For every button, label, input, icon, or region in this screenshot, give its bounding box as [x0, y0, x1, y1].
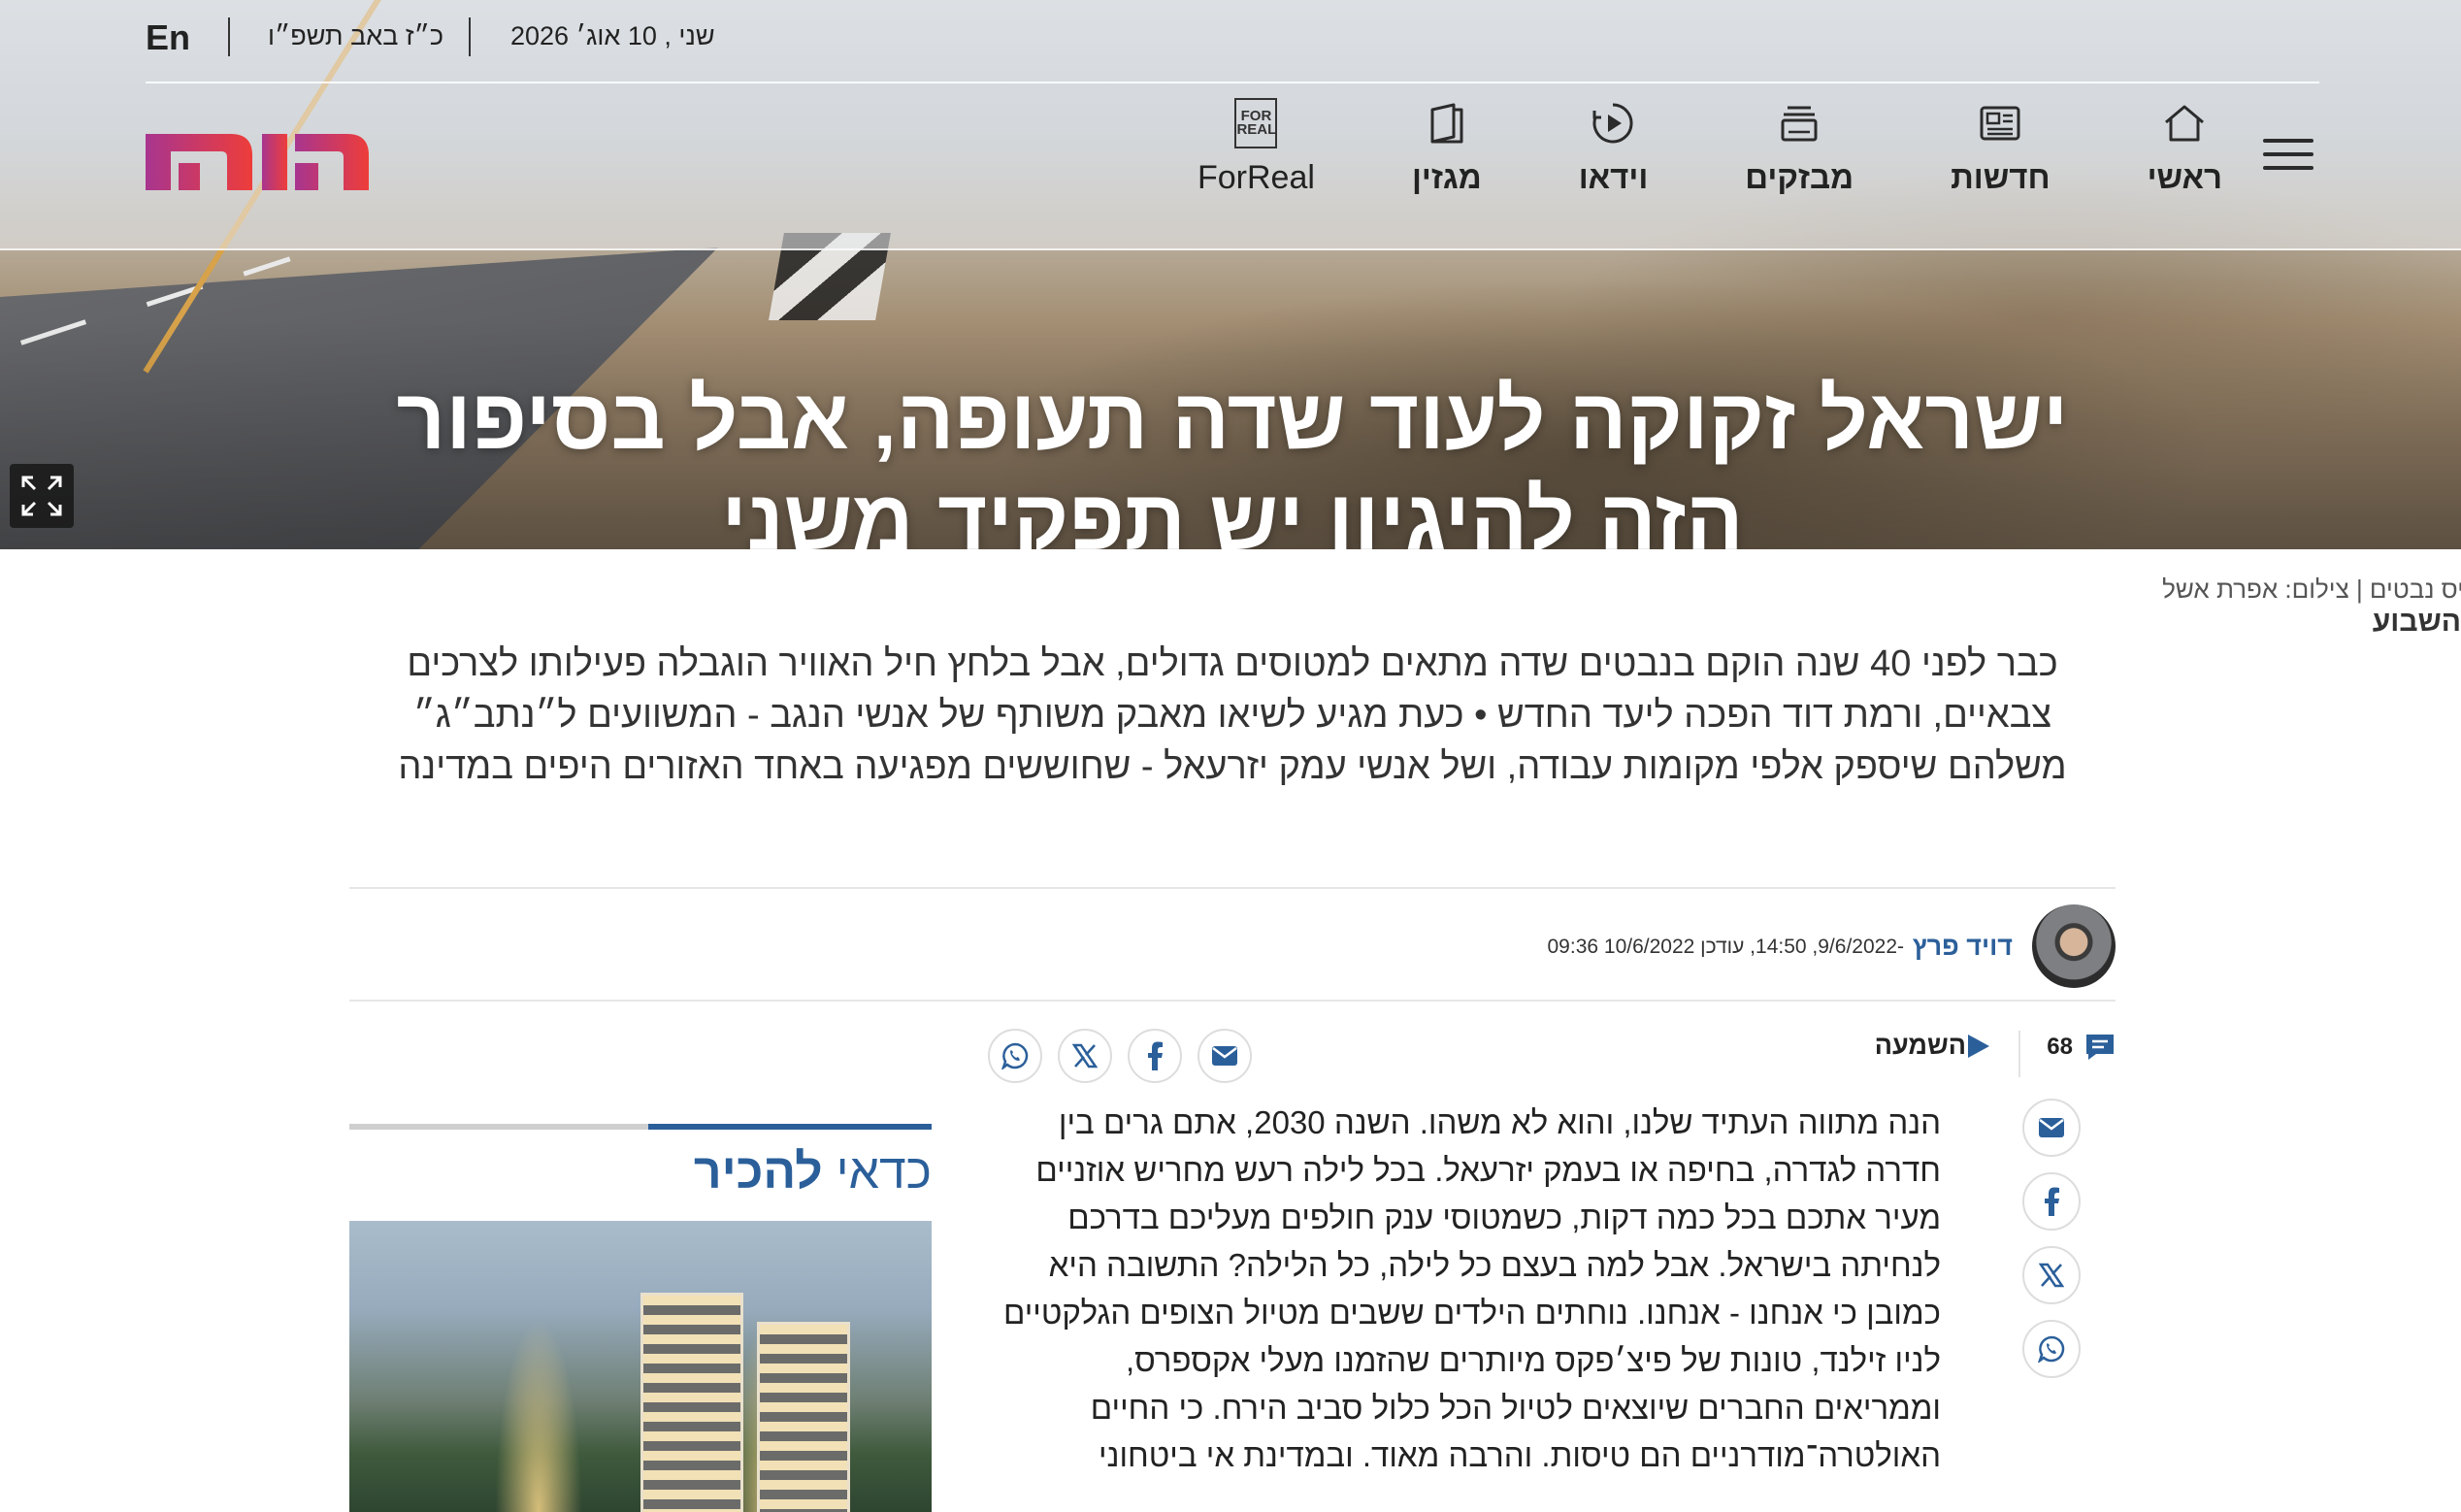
language-switch[interactable]: En [146, 17, 190, 58]
site-header: En כ״ז באב תשפ״ו שני , 10 אוג׳ 2026 ראשי… [0, 0, 2461, 250]
hebrew-date: כ״ז באב תשפ״ו [268, 21, 444, 50]
comments-count: 68 [2047, 1034, 2073, 1060]
side-share-whatsapp-button[interactable] [2022, 1320, 2081, 1378]
article-subtitle: כבר לפני 40 שנה הוקם בנבטים שדה מתאים למ… [398, 643, 2067, 787]
menu-line [2263, 152, 2313, 156]
x-icon [2039, 1263, 2064, 1288]
side-share-email-button[interactable] [2022, 1099, 2081, 1157]
share-email-button[interactable] [1198, 1029, 1252, 1083]
newspaper-icon [1978, 101, 2022, 146]
nav-label: וידאו [1578, 159, 1649, 195]
share-facebook-button[interactable] [1128, 1029, 1182, 1083]
gregorian-date: שני , 10 אוג׳ 2026 [510, 21, 715, 50]
nav-item-news[interactable]: חדשות [1951, 101, 2051, 196]
stack-icon [1777, 101, 1821, 146]
share-x-button[interactable] [1058, 1029, 1112, 1083]
author-name[interactable]: דויד פרץ [1913, 932, 2013, 962]
road-marking [243, 256, 291, 277]
recommend-title-bold: להכיר [693, 1144, 823, 1199]
site-logo[interactable] [146, 124, 369, 190]
facebook-icon [2045, 1187, 2059, 1216]
light-glow [495, 1318, 582, 1512]
recommend-bar-accent [648, 1124, 932, 1130]
video-play-icon [1591, 101, 1635, 146]
hamburger-menu-button[interactable] [2261, 101, 2315, 208]
top-bar: En כ״ז באב תשפ״ו שני , 10 אוג׳ 2026 [146, 0, 2319, 83]
building-tower [640, 1293, 743, 1512]
divider [469, 17, 471, 56]
nav-label: ראשי [2147, 159, 2222, 195]
email-icon [2039, 1118, 2064, 1137]
author-avatar[interactable] [2032, 904, 2116, 988]
divider [228, 17, 230, 56]
article-body: הנה מתווה העתיד שלנו, והוא לא משהו. השנה… [1003, 1104, 1941, 1473]
nav-item-video[interactable]: וידאו [1578, 101, 1649, 196]
forreal-icon-text: REAL [1236, 121, 1277, 138]
x-icon [1072, 1043, 1098, 1068]
photo-credit: סיס נבטים | צילום: אפרת אשל [2162, 575, 2461, 604]
comment-icon [2086, 1035, 2114, 1060]
main-nav: ראשי חדשות מבזקים וידאו מגזין FOR REAL F… [1100, 98, 2315, 208]
divider [349, 887, 2116, 889]
magazine-icon [1425, 101, 1469, 146]
publish-dates: -9/6/2022, 14:50, עודכן 10/6/2022 09:36 [1547, 936, 1905, 958]
nav-label: חדשות [1951, 159, 2051, 195]
nav-item-magazine[interactable]: מגזין [1412, 101, 1482, 196]
recommend-image[interactable] [349, 1221, 932, 1512]
share-whatsapp-button[interactable] [988, 1029, 1042, 1083]
logo-graphic [146, 134, 369, 190]
building-tower [757, 1322, 850, 1512]
article-content: סיס נבטים | צילום: אפרת אשל השבוע כבר לפ… [0, 549, 2461, 1512]
listen-button[interactable]: השמעה [1859, 1031, 1991, 1061]
divider [349, 1000, 2116, 1002]
facebook-icon [1148, 1041, 1163, 1070]
nav-label: ForReal [1198, 159, 1315, 196]
author-row: דויד פרץ -9/6/2022, 14:50, עודכן 10/6/20… [349, 899, 2116, 996]
listen-label: השמעה [1874, 1031, 1966, 1060]
recommend-bar [349, 1124, 932, 1130]
article-title-line: ישראל זקוקה לעוד שדה תעופה, אבל בסיפור [396, 371, 2069, 467]
whatsapp-icon [2038, 1335, 2065, 1363]
photo-credit-tail: השבוע [2372, 606, 2461, 638]
whatsapp-icon [1001, 1042, 1029, 1069]
forreal-icon: FOR REAL [1234, 98, 1278, 148]
divider [2018, 1031, 2020, 1077]
comments-button[interactable]: 68 [2047, 1033, 2116, 1062]
email-icon [1212, 1046, 1237, 1066]
nav-item-forreal[interactable]: FOR REAL ForReal [1198, 98, 1315, 197]
forreal-icon-wrap: FOR REAL [1233, 98, 1278, 148]
play-icon [1968, 1034, 1989, 1058]
recommend-widget: כדאי להכיר [349, 1124, 932, 1512]
nav-item-flashes[interactable]: מבזקים [1745, 101, 1854, 196]
article-tools: 68 השמעה [349, 1013, 2116, 1101]
article-title: ישראל זקוקה לעוד שדה תעופה, אבל בסיפור ה… [291, 369, 2174, 571]
recommend-title: כדאי להכיר [349, 1143, 932, 1200]
side-share-bar [2022, 1099, 2084, 1394]
side-share-facebook-button[interactable] [2022, 1172, 2081, 1231]
nav-label: מבזקים [1745, 159, 1854, 195]
side-share-x-button[interactable] [2022, 1246, 2081, 1304]
menu-line [2263, 166, 2313, 170]
expand-icon [21, 476, 62, 516]
nav-item-home[interactable]: ראשי [2148, 101, 2222, 196]
recommend-title-light: כדאי [836, 1144, 932, 1199]
menu-line [2263, 139, 2313, 143]
expand-image-button[interactable] [10, 464, 74, 528]
home-icon [2162, 101, 2207, 146]
nav-label: מגזין [1411, 159, 1482, 195]
